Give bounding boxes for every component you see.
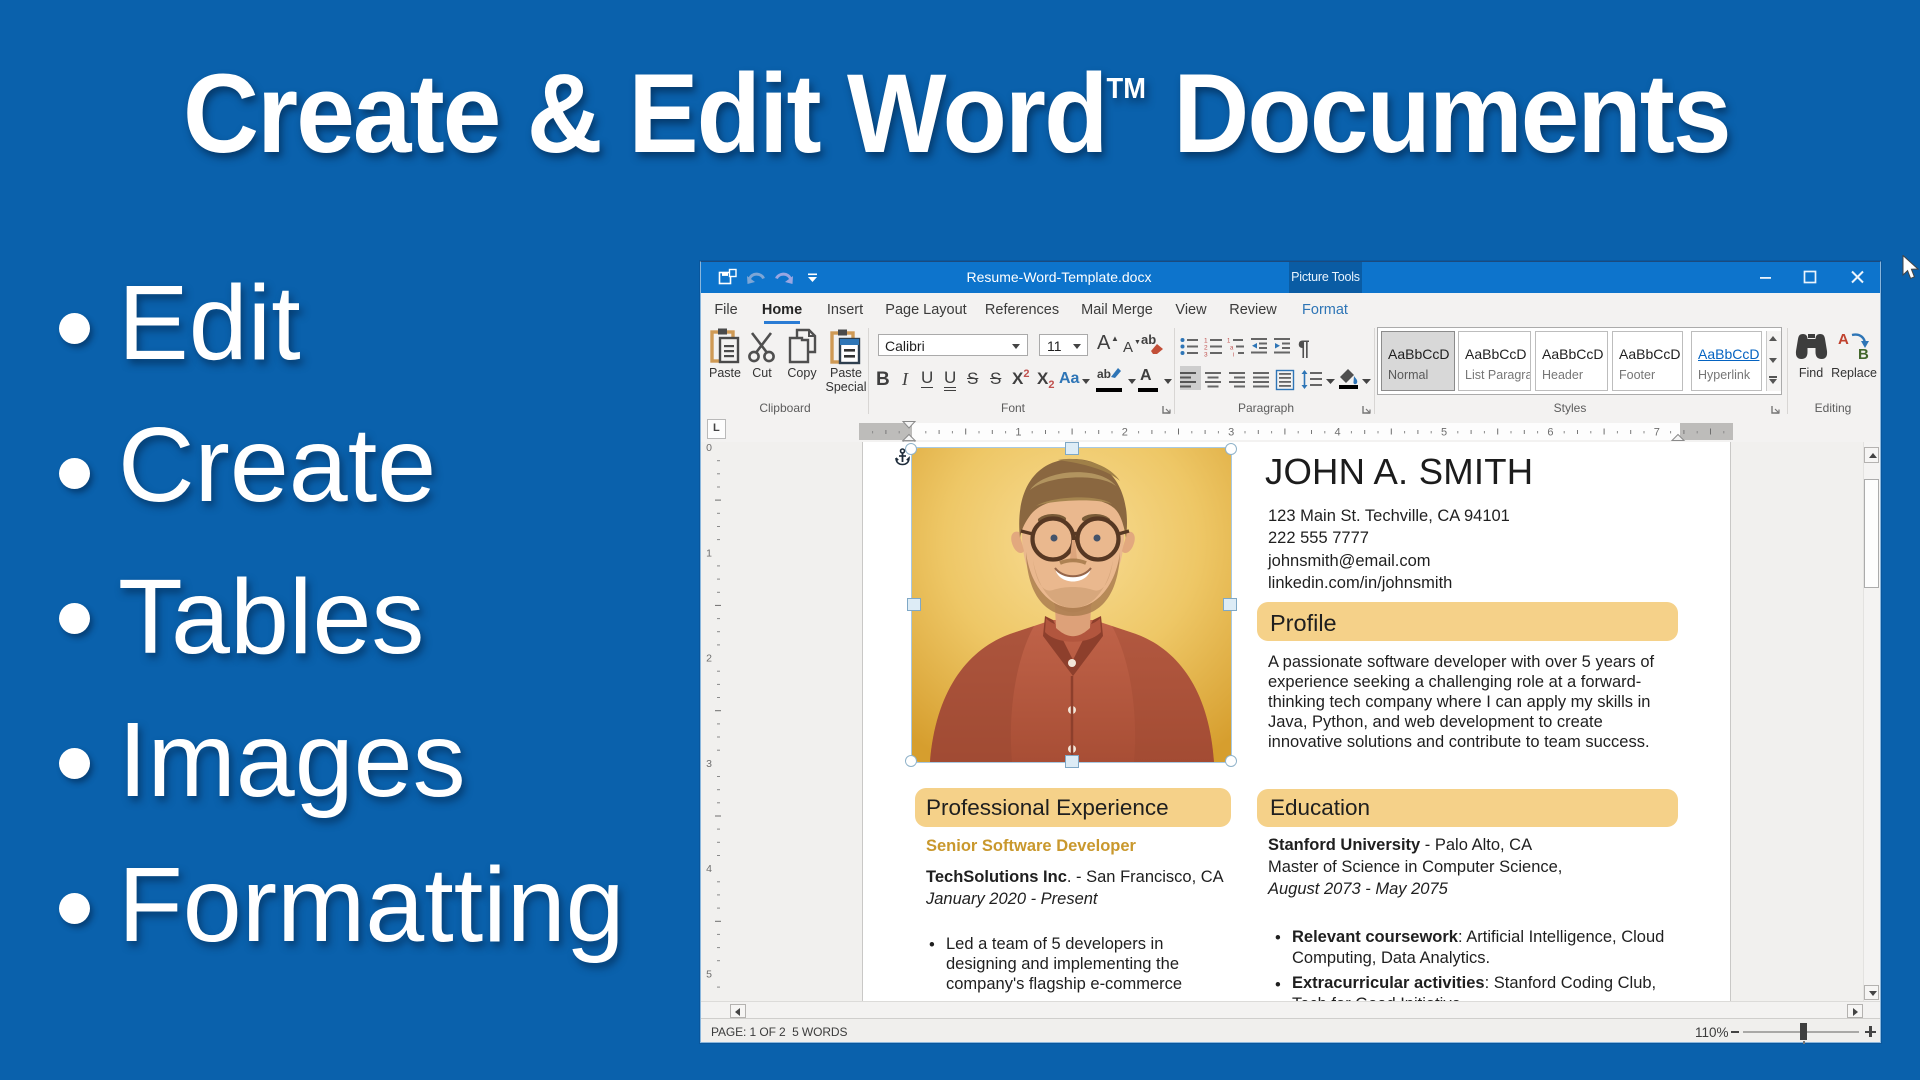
svg-text:2: 2 (706, 653, 712, 665)
svg-text:3: 3 (1204, 352, 1208, 359)
svg-text:1: 1 (1227, 339, 1231, 345)
svg-text:2: 2 (1122, 427, 1128, 439)
svg-text:0: 0 (706, 442, 712, 454)
svg-text:2: 2 (1204, 345, 1208, 352)
svg-text:4: 4 (1335, 427, 1341, 439)
svg-text:4: 4 (706, 863, 712, 875)
svg-text:a: a (1230, 346, 1234, 352)
svg-text:A: A (1838, 331, 1849, 348)
svg-text:B: B (1858, 346, 1869, 362)
svg-text:3: 3 (706, 758, 712, 770)
svg-text:i: i (1233, 353, 1234, 359)
svg-text:7: 7 (1654, 427, 1660, 439)
svg-text:¶: ¶ (1298, 337, 1310, 360)
svg-text:1: 1 (1204, 338, 1208, 345)
svg-text:6: 6 (1547, 427, 1553, 439)
svg-text:5: 5 (706, 968, 712, 980)
svg-text:3: 3 (1228, 427, 1234, 439)
svg-text:1: 1 (706, 547, 712, 559)
svg-text:1: 1 (1015, 427, 1021, 439)
svg-text:5: 5 (1441, 427, 1447, 439)
